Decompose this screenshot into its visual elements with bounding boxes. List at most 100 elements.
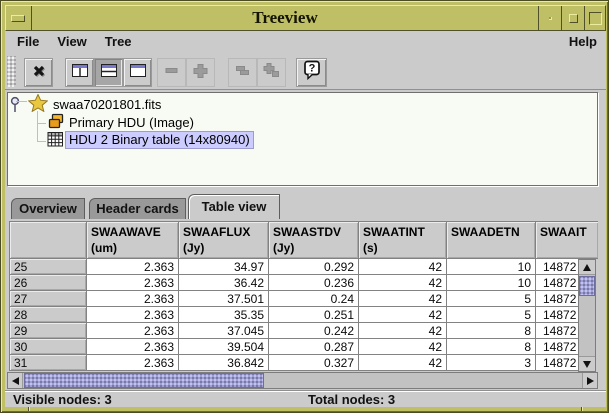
- cell: 37.501: [179, 291, 269, 307]
- split-horizontal-button[interactable]: [94, 58, 123, 87]
- toolbar-drag-handle[interactable]: [7, 56, 16, 87]
- cell: 2.363: [87, 291, 179, 307]
- row-number-cell: 28: [10, 307, 87, 323]
- help-icon: ?: [302, 60, 322, 85]
- split-vertical-button[interactable]: [65, 58, 94, 87]
- expand-node-button[interactable]: [186, 58, 215, 87]
- horizontal-scrollbar[interactable]: [7, 372, 598, 389]
- cell: 42: [359, 275, 447, 291]
- arrow-left-icon: [12, 377, 19, 385]
- tab-overview[interactable]: Overview: [11, 198, 85, 219]
- cell: 36.842: [179, 355, 269, 371]
- column-header-swaatint[interactable]: SWAATINT (s): [359, 222, 447, 259]
- table-row: 31 2.363 36.842 0.327 42 3 14872: [10, 355, 579, 371]
- column-header-swaaflux[interactable]: SWAAFLUX (Jy): [179, 222, 269, 259]
- tree-connector: [37, 141, 46, 142]
- remove-node-button[interactable]: [24, 58, 53, 87]
- cell: 8: [447, 323, 536, 339]
- window-menu-icon: [11, 15, 25, 22]
- column-header-swaawave[interactable]: SWAAWAVE (um): [87, 222, 179, 259]
- scroll-down-button[interactable]: [579, 356, 595, 371]
- menu-tree[interactable]: Tree: [96, 31, 141, 53]
- table-row: 29 2.363 37.045 0.242 42 8 14872: [10, 323, 579, 339]
- window-menu-button[interactable]: [6, 6, 32, 30]
- scroll-up-button[interactable]: [579, 260, 595, 275]
- cell: 36.42: [179, 275, 269, 291]
- cell: 37.045: [179, 323, 269, 339]
- scroll-right-button[interactable]: [582, 373, 597, 388]
- collapse-children-button[interactable]: [228, 58, 257, 87]
- tree-connector: [37, 123, 46, 124]
- cell: 8: [447, 339, 536, 355]
- menu-view[interactable]: View: [48, 31, 95, 53]
- horizontal-scrollbar-thumb[interactable]: [24, 373, 264, 388]
- arrow-up-icon: [583, 264, 591, 271]
- menu-file[interactable]: File: [8, 31, 48, 53]
- cell: 2.363: [87, 339, 179, 355]
- vertical-scrollbar-thumb[interactable]: [579, 276, 595, 296]
- column-header-swaastdv[interactable]: SWAASTDV (Jy): [269, 222, 359, 259]
- tree-connector: [16, 101, 27, 102]
- x-icon: [30, 62, 47, 84]
- window-maximize-button[interactable]: [561, 6, 584, 30]
- cell: 14872: [536, 259, 579, 275]
- expand-children-button[interactable]: [257, 58, 286, 87]
- vertical-scrollbar[interactable]: [578, 259, 596, 372]
- cell: 14872: [536, 275, 579, 291]
- help-button[interactable]: ?: [296, 58, 327, 87]
- cell: 39.504: [179, 339, 269, 355]
- window-resize-corner[interactable]: [584, 6, 605, 30]
- window-title: Treeview: [32, 6, 538, 30]
- tree-node-primary-hdu[interactable]: Primary HDU (Image): [69, 115, 194, 131]
- table-body: 25 2.363 34.97 0.292 42 10 14872 26 2.36…: [9, 259, 579, 371]
- cell: 2.363: [87, 307, 179, 323]
- cell: 42: [359, 259, 447, 275]
- column-header-swaait[interactable]: SWAAIT: [536, 222, 598, 259]
- arrow-down-icon: [583, 361, 591, 368]
- tree-expand-handle-icon[interactable]: [8, 94, 22, 121]
- column-header-rownum[interactable]: [10, 222, 87, 259]
- menu-help[interactable]: Help: [560, 31, 606, 53]
- cell: 0.242: [269, 323, 359, 339]
- status-bar: Visible nodes: 3 Total nodes: 3: [5, 390, 606, 407]
- maximize-icon: [569, 14, 578, 23]
- menu-bar: File View Tree Help: [5, 31, 606, 53]
- resize-corner-icon: [589, 12, 602, 25]
- cell: 42: [359, 339, 447, 355]
- table-row: 26 2.363 36.42 0.236 42 10 14872: [10, 275, 579, 291]
- collapse-node-button[interactable]: [157, 58, 186, 87]
- cell: 34.97: [179, 259, 269, 275]
- window-minimize-button[interactable]: [538, 6, 561, 30]
- plus-icon: [192, 62, 209, 84]
- single-pane-button[interactable]: [123, 58, 152, 87]
- scroll-left-button[interactable]: [8, 373, 23, 388]
- row-number-cell: 27: [10, 291, 87, 307]
- window-titlebar[interactable]: Treeview: [5, 5, 606, 31]
- row-number-cell: 31: [10, 355, 87, 371]
- table-header: SWAAWAVE (um) SWAAFLUX (Jy) SWAASTDV (Jy…: [9, 221, 598, 259]
- cell: 14872: [536, 323, 579, 339]
- table-grid-icon: [47, 131, 64, 153]
- tab-header-cards[interactable]: Header cards: [89, 198, 186, 219]
- cell: 2.363: [87, 275, 179, 291]
- cell: 0.24: [269, 291, 359, 307]
- row-number-cell: 26: [10, 275, 87, 291]
- cell: 2.363: [87, 355, 179, 371]
- tab-table-view[interactable]: Table view: [188, 194, 280, 219]
- cell: 14872: [536, 355, 579, 371]
- star-icon: [28, 94, 48, 117]
- table-row: 30 2.363 39.504 0.287 42 8 14872: [10, 339, 579, 355]
- cell: 0.236: [269, 275, 359, 291]
- cell: 14872: [536, 307, 579, 323]
- row-number-cell: 30: [10, 339, 87, 355]
- collapse-all-icon: [234, 62, 251, 84]
- arrow-right-icon: [587, 377, 594, 385]
- tree-node-root[interactable]: swaa70201801.fits: [53, 97, 161, 113]
- cell: 5: [447, 291, 536, 307]
- cell: 5: [447, 307, 536, 323]
- column-header-swaadetn[interactable]: SWAADETN: [447, 222, 536, 259]
- cell: 14872: [536, 291, 579, 307]
- total-nodes-label: Total nodes: 3: [308, 392, 395, 408]
- tree-node-hdu2-selected[interactable]: HDU 2 Binary table (14x80940): [65, 131, 254, 149]
- cell: 0.292: [269, 259, 359, 275]
